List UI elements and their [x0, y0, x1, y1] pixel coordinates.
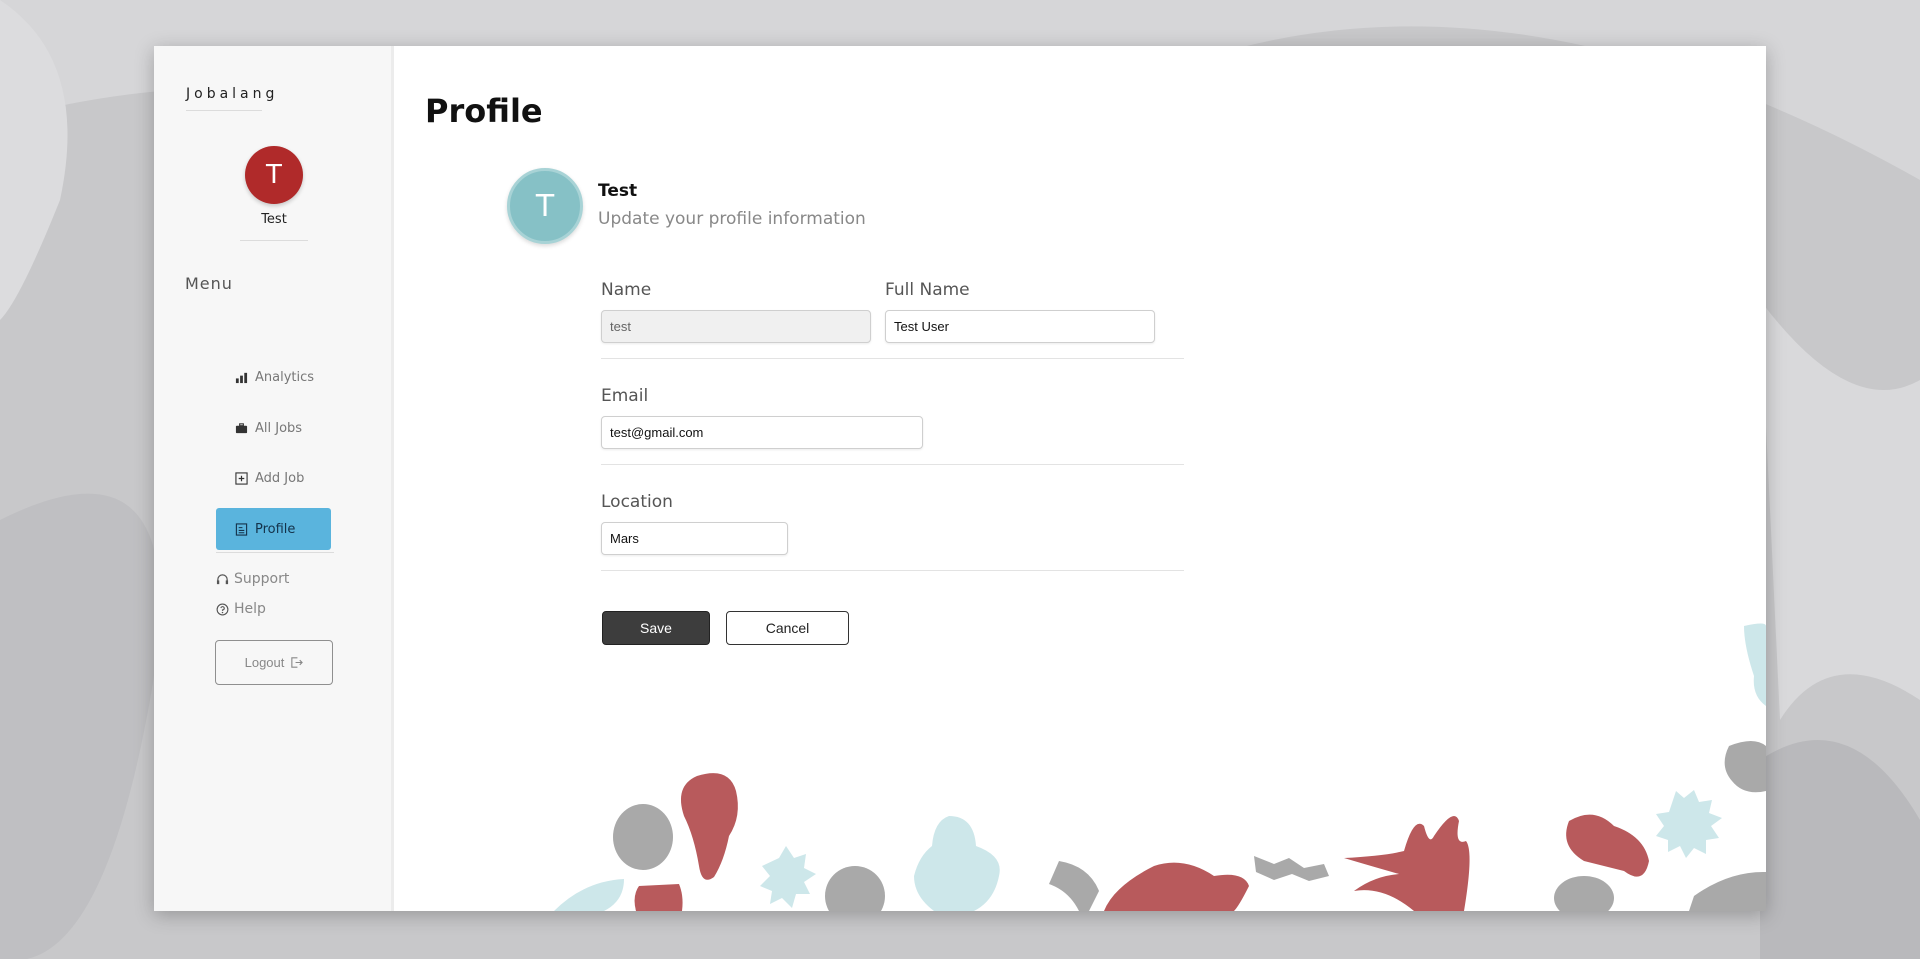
- sidebar: Jobalang T Test Menu Analytics All Jobs …: [154, 46, 394, 911]
- divider: [240, 240, 308, 241]
- logout-label: Logout: [244, 655, 285, 670]
- page-title: Profile: [425, 92, 543, 130]
- user-name: Test: [261, 212, 287, 227]
- email-field[interactable]: [601, 416, 923, 449]
- brand-logo[interactable]: Jobalang: [186, 86, 274, 111]
- email-label: Email: [601, 386, 649, 406]
- plus-square-icon: [234, 471, 248, 485]
- chart-bar-icon: [234, 370, 248, 384]
- sidebar-item-label: Add Job: [255, 470, 305, 486]
- sidebar-item-profile[interactable]: Profile: [216, 508, 331, 550]
- cancel-button[interactable]: Cancel: [726, 611, 849, 645]
- sidebar-item-label: All Jobs: [255, 420, 303, 436]
- divider: [601, 570, 1184, 571]
- name-field[interactable]: [601, 310, 871, 343]
- user-avatar: T: [245, 146, 303, 204]
- sidebar-item-label: Profile: [255, 521, 296, 537]
- save-button[interactable]: Save: [602, 611, 710, 645]
- profile-icon: [234, 522, 248, 536]
- support-label: Support: [234, 571, 290, 587]
- headset-icon: [216, 573, 229, 584]
- help-link[interactable]: Help: [216, 601, 266, 617]
- menu-heading: Menu: [185, 274, 233, 293]
- sidebar-item-label: Analytics: [255, 369, 315, 385]
- divider: [601, 358, 1184, 359]
- logout-icon: [291, 657, 304, 668]
- profile-subtitle: Update your profile information: [598, 209, 866, 229]
- briefcase-icon: [234, 421, 248, 435]
- full-name-label: Full Name: [885, 280, 970, 300]
- app-window: Jobalang T Test Menu Analytics All Jobs …: [154, 46, 1766, 911]
- location-label: Location: [601, 492, 673, 512]
- support-link[interactable]: Support: [216, 571, 289, 587]
- sidebar-item-all-jobs[interactable]: All Jobs: [216, 407, 331, 449]
- logout-button[interactable]: Logout: [215, 640, 333, 685]
- decorative-shapes: [554, 623, 1766, 911]
- profile-avatar: T: [507, 168, 583, 244]
- sidebar-item-analytics[interactable]: Analytics: [216, 356, 331, 398]
- profile-name: Test: [598, 181, 638, 201]
- full-name-field[interactable]: [885, 310, 1155, 343]
- help-label: Help: [234, 601, 266, 617]
- divider: [601, 464, 1184, 465]
- name-label: Name: [601, 280, 652, 300]
- sidebar-item-add-job[interactable]: Add Job: [216, 457, 331, 499]
- divider: [216, 552, 334, 553]
- location-field[interactable]: [601, 522, 788, 555]
- question-circle-icon: [216, 603, 229, 615]
